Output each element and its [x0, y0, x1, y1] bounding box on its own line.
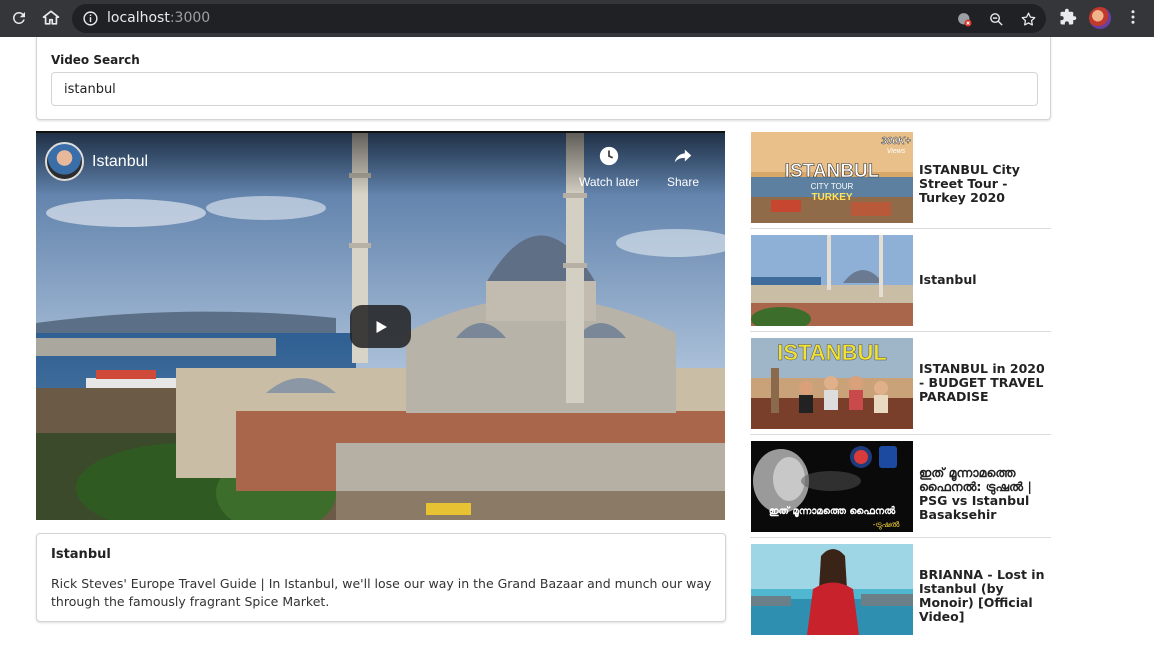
search-input[interactable]	[51, 72, 1038, 106]
list-divider	[750, 331, 1051, 332]
video-title[interactable]: ഇത് മൂന്നാമത്തെ ഫൈനൽ: ട്രുഷൽ | PSG vs Is…	[919, 466, 1051, 522]
url-port: :3000	[169, 10, 211, 26]
thumb-badge-subtext: Views	[887, 148, 906, 155]
video-thumbnail[interactable]: ISTANBUL CITY TOUR TURKEY 300K+ Views	[751, 132, 913, 223]
reload-icon[interactable]	[8, 7, 30, 29]
thumb-badge-text: 300K+	[881, 136, 911, 147]
share-arrow-icon	[674, 149, 692, 163]
url-text: localhost:3000	[107, 10, 210, 26]
video-details-card: Istanbul Rick Steves' Europe Travel Guid…	[36, 533, 726, 622]
thumb-overlay-subtext-2: TURKEY	[811, 192, 852, 203]
url-host: localhost	[107, 10, 170, 26]
extensions-puzzle-icon[interactable]	[1059, 8, 1077, 31]
share-button[interactable]: Share	[667, 145, 699, 189]
profile-avatar[interactable]	[1089, 7, 1111, 29]
share-label: Share	[667, 175, 700, 189]
video-details-description: Rick Steves' Europe Travel Guide | In Is…	[51, 576, 712, 609]
list-item[interactable]: ഇത് മൂന്നാമത്തെ ഫൈനൽ -ട്രുഷൽ ഇത് മൂന്നാമ…	[750, 440, 1051, 538]
thumb-overlay-subtext: CITY TOUR	[811, 182, 854, 191]
thumb-overlay-text: ISTANBUL	[777, 340, 887, 365]
video-thumbnail[interactable]: ISTANBUL	[751, 338, 913, 429]
play-button[interactable]	[350, 305, 411, 348]
thumb-overlay-text: ഇത് മൂന്നാമത്തെ ഫൈനൽ	[769, 505, 896, 518]
list-divider	[750, 434, 1051, 435]
video-title[interactable]: Istanbul	[919, 273, 1051, 287]
list-item[interactable]: Istanbul	[750, 234, 1051, 332]
list-item[interactable]: ISTANBUL CITY TOUR TURKEY 300K+ Views IS…	[750, 131, 1051, 229]
channel-avatar[interactable]	[45, 142, 84, 181]
video-title[interactable]: ISTANBUL in 2020 - BUDGET TRAVEL PARADIS…	[919, 362, 1051, 404]
thumb-overlay-text: ISTANBUL	[785, 161, 880, 182]
play-icon	[376, 320, 387, 333]
video-details-title: Istanbul	[51, 547, 111, 562]
video-thumbnail[interactable]: ഇത് മൂന്നാമത്തെ ഫൈനൽ -ട്രുഷൽ	[751, 441, 913, 532]
search-label: Video Search	[51, 53, 140, 67]
watch-later-button[interactable]: Watch later	[579, 145, 639, 189]
thumb-overlay-subtext: -ട്രുഷൽ	[873, 520, 900, 529]
player-video-title[interactable]: Istanbul	[92, 153, 148, 171]
blocked-content-icon[interactable]	[955, 10, 973, 28]
video-player[interactable]: Istanbul Watch later Share	[36, 131, 725, 520]
list-divider	[750, 228, 1051, 229]
list-divider	[750, 537, 1051, 538]
browser-toolbar: localhost:3000	[0, 0, 1154, 37]
zoom-icon[interactable]	[987, 10, 1005, 28]
site-info-icon[interactable]	[82, 10, 99, 32]
watch-later-label: Watch later	[579, 175, 640, 189]
list-item[interactable]: ISTANBUL ISTANBUL in 2020 - BUDGET TRAVE…	[750, 337, 1051, 435]
home-icon[interactable]	[40, 7, 62, 29]
search-form: Video Search	[36, 37, 1051, 120]
bookmark-star-icon[interactable]	[1019, 10, 1037, 28]
list-item[interactable]: BRIANNA - Lost in Istanbul (by Monoir) […	[750, 543, 1051, 636]
clock-icon	[599, 146, 619, 166]
video-thumbnail[interactable]	[751, 235, 913, 326]
address-bar[interactable]: localhost:3000	[72, 4, 1046, 33]
more-menu-icon[interactable]	[1124, 8, 1142, 31]
video-title[interactable]: BRIANNA - Lost in Istanbul (by Monoir) […	[919, 568, 1051, 624]
video-title[interactable]: ISTANBUL City Street Tour - Turkey 2020	[919, 163, 1051, 205]
video-thumbnail[interactable]	[751, 544, 913, 635]
